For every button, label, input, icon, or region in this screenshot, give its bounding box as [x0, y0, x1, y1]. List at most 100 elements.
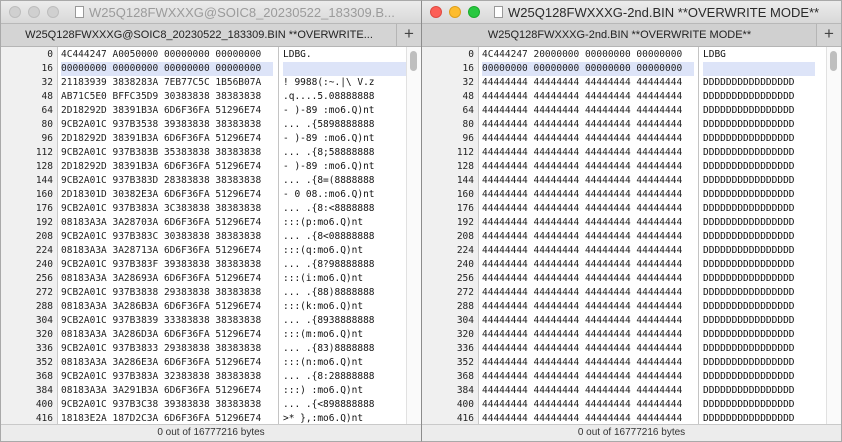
hex-bytes-cell[interactable]: 9CB2A01C 937B383B 35383838 38383838 [61, 146, 273, 160]
hex-bytes-cell[interactable]: 44444444 44444444 44444444 44444444 [482, 90, 694, 104]
hex-bytes-cell[interactable]: 9CB2A01C 937B3C38 39383838 38383838 [61, 398, 273, 412]
hex-bytes-cell[interactable]: 9CB2A01C 937B383C 30383838 38383838 [61, 230, 273, 244]
ascii-cell[interactable]: DDDDDDDDDDDDDDDD [703, 328, 815, 342]
hex-row[interactable]: 320 08183A3A 3A286D3A 6D6F36FA 51296E74::… [1, 328, 421, 342]
hex-row[interactable]: 0 4C444247 20000000 00000000 00000000 LDBG [422, 48, 841, 62]
ascii-cell[interactable]: :::(i:mo6.Q)nt [283, 272, 409, 286]
hex-bytes-cell[interactable]: 4C444247 A0050000 00000000 00000000 [61, 48, 273, 62]
hex-bytes-cell[interactable]: 44444444 44444444 44444444 44444444 [482, 398, 694, 412]
ascii-cell[interactable]: DDDDDDDDDDDDDDDD [703, 398, 815, 412]
hex-row[interactable]: 32 21183939 3838283A 7EB77C5C 1B56B07A ! 9… [1, 76, 421, 90]
ascii-cell[interactable]: DDDDDDDDDDDDDDDD [703, 174, 815, 188]
zoom-button-icon[interactable] [468, 6, 480, 18]
hex-bytes-cell[interactable]: 2D18292D 38391B3A 6D6F36FA 51296E74 [61, 160, 273, 174]
ascii-cell[interactable]: - )-89 :mo6.Q)nt [283, 132, 409, 146]
ascii-cell[interactable]: - )-89 :mo6.Q)nt [283, 160, 409, 174]
ascii-cell[interactable]: LDBG [703, 48, 815, 62]
hex-bytes-cell[interactable]: 44444444 44444444 44444444 44444444 [482, 188, 694, 202]
hex-row[interactable]: 16 00000000 00000000 00000000 00000000 [1, 62, 421, 76]
hex-row[interactable]: 208 9CB2A01C 937B383C 30383838 38383838..… [1, 230, 421, 244]
hex-row[interactable]: 400 9CB2A01C 937B3C38 39383838 38383838..… [1, 398, 421, 412]
ascii-cell[interactable]: ... .{8:<8888888 [283, 202, 409, 216]
hex-bytes-cell[interactable]: 00000000 00000000 00000000 00000000 [482, 62, 694, 76]
hex-row[interactable]: 144 44444444 44444444 44444444 44444444 DD… [422, 174, 841, 188]
hex-bytes-cell[interactable]: 44444444 44444444 44444444 44444444 [482, 370, 694, 384]
ascii-cell[interactable]: ... .{8=(8888888 [283, 174, 409, 188]
hex-bytes-cell[interactable]: 44444444 44444444 44444444 44444444 [482, 216, 694, 230]
hex-bytes-cell[interactable]: 44444444 44444444 44444444 44444444 [482, 118, 694, 132]
hex-row[interactable]: 256 08183A3A 3A28693A 6D6F36FA 51296E74::… [1, 272, 421, 286]
ascii-cell[interactable]: ... .{8?98888888 [283, 258, 409, 272]
hex-bytes-cell[interactable]: 9CB2A01C 937B383D 28383838 38383838 [61, 174, 273, 188]
hex-bytes-cell[interactable]: 9CB2A01C 937B3839 33383838 38383838 [61, 314, 273, 328]
left-scrollbar[interactable] [406, 47, 421, 427]
hex-bytes-cell[interactable]: 44444444 44444444 44444444 44444444 [482, 384, 694, 398]
hex-bytes-cell[interactable]: 44444444 44444444 44444444 44444444 [482, 132, 694, 146]
left-hex-view[interactable]: 0 4C444247 A0050000 00000000 00000000 LDBG… [1, 47, 421, 427]
ascii-cell[interactable]: ... .{8:28888888 [283, 370, 409, 384]
ascii-cell[interactable]: - )-89 :mo6.Q)nt [283, 104, 409, 118]
minimize-button-icon[interactable] [28, 6, 40, 18]
ascii-cell[interactable]: DDDDDDDDDDDDDDDD [703, 104, 815, 118]
zoom-button-icon[interactable] [47, 6, 59, 18]
ascii-cell[interactable]: DDDDDDDDDDDDDDDD [703, 118, 815, 132]
ascii-cell[interactable]: DDDDDDDDDDDDDDDD [703, 216, 815, 230]
ascii-cell[interactable]: ... .{8<08888888 [283, 230, 409, 244]
ascii-cell[interactable]: .q....5.08888888 [283, 90, 409, 104]
hex-row[interactable]: 240 44444444 44444444 44444444 44444444 DD… [422, 258, 841, 272]
hex-bytes-cell[interactable]: 2D18292D 38391B3A 6D6F36FA 51296E74 [61, 132, 273, 146]
hex-row[interactable]: 192 44444444 44444444 44444444 44444444 DD… [422, 216, 841, 230]
hex-row[interactable]: 272 9CB2A01C 937B3838 29383838 38383838..… [1, 286, 421, 300]
ascii-cell[interactable]: :::(n:mo6.Q)nt [283, 356, 409, 370]
ascii-cell[interactable]: DDDDDDDDDDDDDDDD [703, 342, 815, 356]
hex-bytes-cell[interactable]: 9CB2A01C 937B383A 3C383838 38383838 [61, 202, 273, 216]
hex-row[interactable]: 272 44444444 44444444 44444444 44444444 DD… [422, 286, 841, 300]
ascii-cell[interactable]: DDDDDDDDDDDDDDDD [703, 146, 815, 160]
hex-row[interactable]: 224 44444444 44444444 44444444 44444444 DD… [422, 244, 841, 258]
ascii-cell[interactable]: DDDDDDDDDDDDDDDD [703, 272, 815, 286]
ascii-cell[interactable]: DDDDDDDDDDDDDDDD [703, 90, 815, 104]
hex-row[interactable]: 144 9CB2A01C 937B383D 28383838 38383838..… [1, 174, 421, 188]
ascii-cell[interactable]: DDDDDDDDDDDDDDDD [703, 314, 815, 328]
hex-bytes-cell[interactable]: 08183A3A 3A291B3A 6D6F36FA 51296E74 [61, 384, 273, 398]
hex-row[interactable]: 352 44444444 44444444 44444444 44444444 DD… [422, 356, 841, 370]
hex-row[interactable]: 64 2D18292D 38391B3A 6D6F36FA 51296E74 - )… [1, 104, 421, 118]
ascii-cell[interactable] [283, 62, 409, 76]
hex-bytes-cell[interactable]: 44444444 44444444 44444444 44444444 [482, 328, 694, 342]
close-button-icon[interactable] [9, 6, 21, 18]
hex-row[interactable]: 16 00000000 00000000 00000000 00000000 [422, 62, 841, 76]
hex-row[interactable]: 368 44444444 44444444 44444444 44444444 DD… [422, 370, 841, 384]
hex-bytes-cell[interactable]: 44444444 44444444 44444444 44444444 [482, 160, 694, 174]
hex-row[interactable]: 304 44444444 44444444 44444444 44444444 DD… [422, 314, 841, 328]
ascii-cell[interactable]: ... .{88)8888888 [283, 286, 409, 300]
hex-bytes-cell[interactable]: 9CB2A01C 937B3538 39383838 38383838 [61, 118, 273, 132]
hex-bytes-cell[interactable]: 21183939 3838283A 7EB77C5C 1B56B07A [61, 76, 273, 90]
ascii-cell[interactable]: DDDDDDDDDDDDDDDD [703, 202, 815, 216]
left-file-tab[interactable]: W25Q128FWXXXG@SOIC8_20230522_183309.BIN … [1, 24, 397, 46]
hex-row[interactable]: 48 44444444 44444444 44444444 44444444 DDD… [422, 90, 841, 104]
hex-row[interactable]: 304 9CB2A01C 937B3839 33383838 38383838..… [1, 314, 421, 328]
ascii-cell[interactable]: ... .{83)8888888 [283, 342, 409, 356]
right-file-tab[interactable]: W25Q128FWXXXG-2nd.BIN **OVERWRITE MODE** [422, 24, 817, 46]
ascii-cell[interactable]: :::(k:mo6.Q)nt [283, 300, 409, 314]
hex-row[interactable]: 160 44444444 44444444 44444444 44444444 DD… [422, 188, 841, 202]
hex-row[interactable]: 352 08183A3A 3A286E3A 6D6F36FA 51296E74::… [1, 356, 421, 370]
hex-row[interactable]: 32 44444444 44444444 44444444 44444444 DDD… [422, 76, 841, 90]
hex-row[interactable]: 320 44444444 44444444 44444444 44444444 DD… [422, 328, 841, 342]
hex-bytes-cell[interactable]: 2D18301D 30382E3A 6D6F36FA 51296E74 [61, 188, 273, 202]
hex-bytes-cell[interactable]: 08183A3A 3A28693A 6D6F36FA 51296E74 [61, 272, 273, 286]
minimize-button-icon[interactable] [449, 6, 461, 18]
scrollbar-thumb[interactable] [830, 51, 837, 71]
hex-bytes-cell[interactable]: 44444444 44444444 44444444 44444444 [482, 76, 694, 90]
ascii-cell[interactable]: :::(q:mo6.Q)nt [283, 244, 409, 258]
hex-row[interactable]: 0 4C444247 A0050000 00000000 00000000 LDBG… [1, 48, 421, 62]
left-new-tab-button[interactable]: + [396, 24, 421, 46]
hex-bytes-cell[interactable]: 9CB2A01C 937B383F 39383838 38383838 [61, 258, 273, 272]
close-button-icon[interactable] [430, 6, 442, 18]
ascii-cell[interactable]: :::(m:mo6.Q)nt [283, 328, 409, 342]
hex-bytes-cell[interactable]: 9CB2A01C 937B383A 32383838 38383838 [61, 370, 273, 384]
hex-row[interactable]: 400 44444444 44444444 44444444 44444444 DD… [422, 398, 841, 412]
ascii-cell[interactable]: DDDDDDDDDDDDDDDD [703, 244, 815, 258]
hex-row[interactable]: 160 2D18301D 30382E3A 6D6F36FA 51296E74 - … [1, 188, 421, 202]
hex-bytes-cell[interactable]: 00000000 00000000 00000000 00000000 [61, 62, 273, 76]
